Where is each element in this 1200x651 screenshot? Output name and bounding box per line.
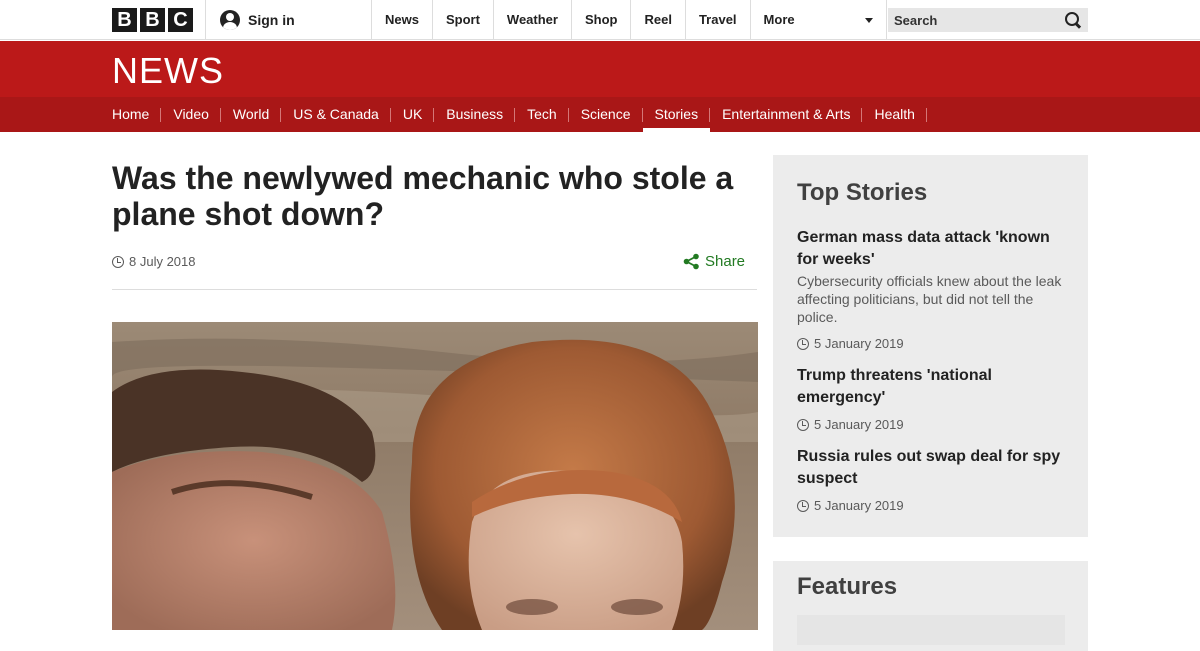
article-photo [112,322,758,630]
sign-in-button[interactable]: Sign in [220,10,295,30]
section-science[interactable]: Science [569,97,643,132]
story-date-text: 5 January 2019 [814,336,904,351]
article-date-text: 8 July 2018 [129,254,196,269]
search-placeholder: Search [894,12,938,28]
bbc-logo-letter: B [140,8,165,32]
article-date: 8 July 2018 [112,254,196,269]
newlywed-couple-photo [112,322,758,630]
section-home[interactable]: Home [112,97,162,132]
top-nav-reel[interactable]: Reel [630,0,684,40]
clock-icon [112,255,124,268]
top-nav-shop[interactable]: Shop [570,0,631,40]
share-label: Share [705,253,746,270]
top-nav: News Sport Weather Shop Reel Travel More [371,0,887,40]
bbc-logo-letter: B [112,8,137,32]
story-title-link[interactable]: German mass data attack 'known for weeks… [797,227,1064,271]
chevron-down-icon [864,18,873,23]
bbc-logo-letter: C [168,8,193,32]
story-date: 5 January 2019 [797,498,1064,513]
top-bar: B B C Sign in News Sport Weather Shop Re… [0,0,1200,40]
share-button[interactable]: Share [683,253,745,270]
top-stories-heading: Top Stories [797,179,928,206]
section-uk[interactable]: UK [391,97,435,132]
news-logo[interactable]: NEWS [112,50,224,92]
section-us-canada[interactable]: US & Canada [281,97,391,132]
top-nav-news[interactable]: News [371,0,432,40]
sign-in-label: Sign in [248,12,295,28]
more-label: More [763,12,795,27]
article-headline: Was the newlywed mechanic who stole a pl… [112,160,734,232]
divider [205,0,206,40]
section-world[interactable]: World [221,97,282,132]
clock-icon [797,418,809,431]
story-title-link[interactable]: Trump threatens 'national emergency' [797,365,1064,409]
story-date: 5 January 2019 [797,417,1064,432]
search-input[interactable]: Search [888,8,1088,32]
features-panel: Features [773,561,1088,651]
story-summary: Cybersecurity officials knew about the l… [797,273,1062,325]
section-entertainment-arts[interactable]: Entertainment & Arts [710,97,863,132]
story-title-link[interactable]: Russia rules out swap deal for spy suspe… [797,446,1064,490]
list-item: German mass data attack 'known for weeks… [797,227,1064,351]
bbc-logo[interactable]: B B C [112,8,193,32]
top-nav-sport[interactable]: Sport [431,0,493,40]
search-icon[interactable] [1064,11,1082,29]
section-tech[interactable]: Tech [515,97,569,132]
list-item: Russia rules out swap deal for spy suspe… [797,446,1064,513]
section-nav: Home Video World US & Canada UK Business… [0,97,1200,132]
story-date: 5 January 2019 [797,336,1064,351]
section-health[interactable]: Health [862,97,927,132]
story-date-text: 5 January 2019 [814,498,904,513]
section-stories[interactable]: Stories [642,97,711,132]
top-stories-panel: Top Stories German mass data attack 'kno… [773,155,1088,537]
top-nav-more[interactable]: More [749,0,887,40]
feature-card[interactable] [797,615,1065,645]
clock-icon [797,337,809,350]
top-nav-travel[interactable]: Travel [684,0,750,40]
features-heading: Features [797,573,898,600]
divider [112,289,757,290]
list-item: Trump threatens 'national emergency' 5 J… [797,365,1064,432]
story-date-text: 5 January 2019 [814,417,904,432]
share-icon [683,253,699,270]
clock-icon [797,499,809,512]
user-icon [220,10,240,30]
top-nav-weather[interactable]: Weather [492,0,571,40]
section-video[interactable]: Video [161,97,221,132]
section-business[interactable]: Business [434,97,516,132]
